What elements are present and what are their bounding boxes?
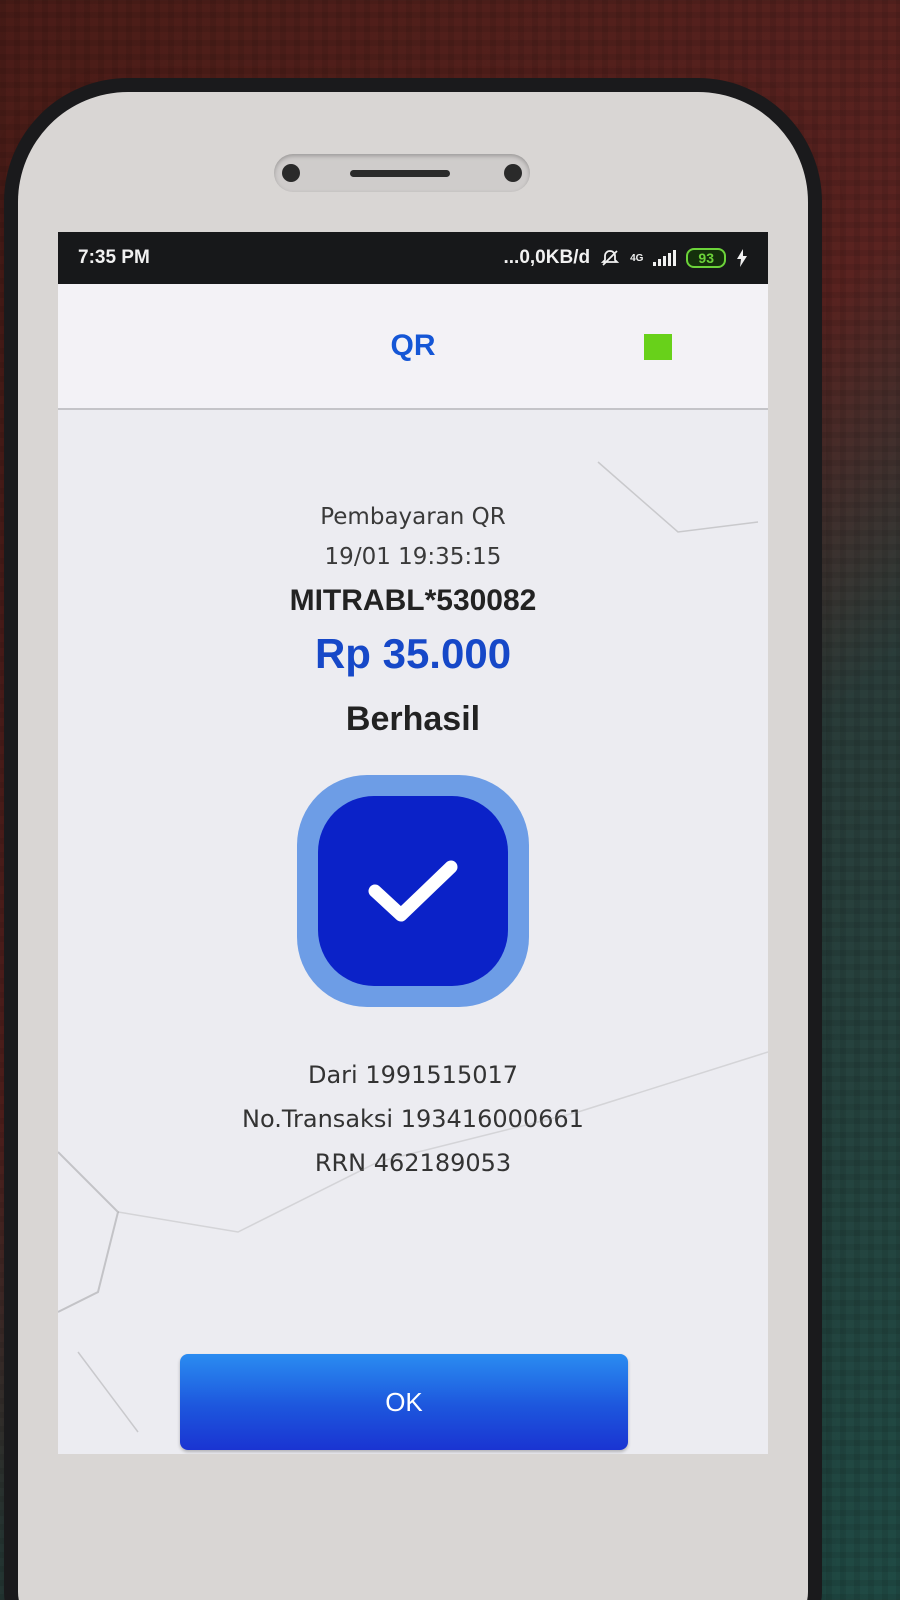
bell-off-icon [600,250,620,266]
transaction-details: Dari 1991515017 No.Transaksi 19341600066… [58,1053,768,1185]
front-camera-icon [282,164,300,182]
transaction-number: No.Transaksi 193416000661 [242,1105,584,1133]
payment-amount: Rp 35.000 [314,630,512,677]
phone-device: 7:35 PM ...0,0KB/d 4G 93 QR Pembayaran Q… [18,92,808,1600]
status-icons: ...0,0KB/d 4G 93 [504,247,749,269]
merchant-name: MITRABL*530082 [289,584,537,617]
ok-button[interactable]: OK [180,1354,628,1450]
app-header: QR [58,284,768,410]
checkmark-icon [368,860,458,922]
lightning-icon [737,249,747,267]
status-time: 7:35 PM [78,247,150,268]
sensor-icon [504,164,522,182]
page-title: QR [390,329,436,362]
payment-type: Pembayaran QR [320,504,506,530]
status-indicator [644,334,672,360]
earpiece [274,154,530,192]
payment-datetime: 19/01 19:35:15 [324,544,502,570]
rrn-number: RRN 462189053 [314,1149,512,1177]
status-bar: 7:35 PM ...0,0KB/d 4G 93 [58,232,768,284]
signal-icon [653,250,677,266]
payment-status: Berhasil [345,700,481,738]
success-badge-inner [318,796,508,986]
receipt: Pembayaran QR 19/01 19:35:15 MITRABL*530… [58,504,768,1185]
speaker-grille [350,170,450,177]
battery-icon: 93 [686,248,726,268]
success-badge [297,775,529,1007]
sender-account: Dari 1991515017 [307,1061,519,1089]
network-speed: ...0,0KB/d [503,247,591,268]
network-type: 4G [630,252,644,264]
phone-screen: 7:35 PM ...0,0KB/d 4G 93 QR Pembayaran Q… [58,232,768,1454]
